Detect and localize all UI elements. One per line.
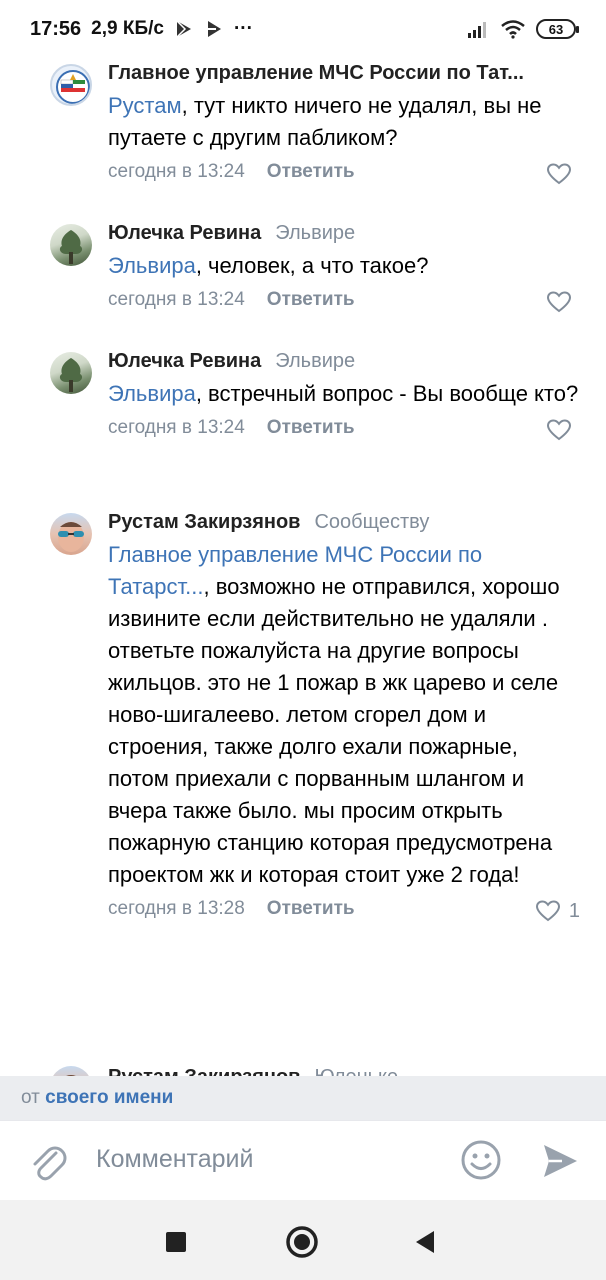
- comment-time: сегодня в 13:24: [108, 289, 245, 310]
- mention-link[interactable]: Рустам: [108, 93, 182, 118]
- author-line: Юлечка Ревина Эльвире: [108, 218, 580, 248]
- like-count: 1: [568, 899, 580, 922]
- status-time: 17:56: [30, 17, 82, 40]
- play-store-icon: [176, 20, 191, 38]
- reply-to-label[interactable]: Эльвире: [275, 222, 355, 244]
- mention-link[interactable]: Эльвира: [108, 253, 196, 278]
- author-line: Главное управление МЧС России по Тат...: [108, 58, 580, 88]
- heart-icon: [546, 419, 572, 441]
- avatar[interactable]: [50, 224, 92, 266]
- comment-meta: сегодня в 13:24 Ответить: [108, 158, 580, 186]
- comment-time: сегодня в 13:24: [108, 161, 245, 182]
- reply-to-label[interactable]: Юленьке: [314, 1066, 398, 1076]
- reply-button[interactable]: Ответить: [267, 158, 355, 186]
- status-bar: 17:56 2,9 КБ/с ··· 63: [0, 0, 606, 58]
- status-network-speed: 2,9 КБ/с: [91, 18, 164, 39]
- comment-body: Рустам Закирзянов Юленьке: [108, 1062, 580, 1076]
- battery-indicator: 63: [536, 19, 579, 39]
- comment-item: Главное управление МЧС России по Тат... …: [0, 58, 606, 198]
- avatar[interactable]: [50, 64, 92, 106]
- comment-time: сегодня в 13:24: [108, 417, 245, 438]
- tree-photo-icon: [59, 230, 83, 264]
- comment-body: Главное управление МЧС России по Тат... …: [108, 58, 580, 186]
- comment-body: Рустам Закирзянов Сообществу Главное упра…: [108, 507, 580, 923]
- comment-item: Юлечка Ревина Эльвире Эльвира, встречный …: [0, 346, 606, 478]
- avatar[interactable]: [50, 513, 92, 555]
- author-line: Рустам Закирзянов Сообществу: [108, 507, 580, 537]
- reply-button[interactable]: Ответить: [267, 895, 355, 923]
- comment-body: Юлечка Ревина Эльвире Эльвира, человек, а…: [108, 218, 580, 314]
- avatar[interactable]: [50, 1066, 92, 1076]
- post-as-bar: от своего имени: [0, 1076, 606, 1120]
- comment-author[interactable]: Юлечка Ревина: [108, 350, 261, 372]
- reply-to-label[interactable]: Сообществу: [314, 511, 429, 533]
- heart-icon: [546, 163, 572, 185]
- heart-icon: [546, 291, 572, 313]
- emblem-icon: [56, 70, 90, 104]
- comment-author[interactable]: Рустам Закирзянов: [108, 511, 300, 533]
- avatar[interactable]: [50, 352, 92, 394]
- user-photo-icon: [66, 1075, 76, 1076]
- author-line: Рустам Закирзянов Юленьке: [108, 1062, 580, 1076]
- send-icon[interactable]: [540, 1141, 580, 1181]
- comment-text-body: , встречный вопрос - Вы вообще кто?: [195, 381, 579, 406]
- comment-text-body: , возможно не отправился, хорошо извинит…: [108, 574, 560, 887]
- post-as-selector[interactable]: своего имени: [45, 1087, 173, 1108]
- play-icon: [207, 21, 221, 37]
- mention-link[interactable]: Эльвира: [108, 381, 196, 406]
- comment-author[interactable]: Рустам Закирзянов: [108, 1066, 300, 1076]
- comment-text: Эльвира, встречный вопрос - Вы вообще кт…: [108, 378, 580, 410]
- post-as-prefix: от: [21, 1087, 40, 1108]
- status-right: 63: [466, 19, 579, 39]
- comment-input[interactable]: Комментарий: [96, 1145, 253, 1174]
- square-icon[interactable]: [164, 1230, 188, 1254]
- comment-author[interactable]: Юлечка Ревина: [108, 222, 261, 244]
- comment-meta: сегодня в 13:24 Ответить: [108, 286, 580, 314]
- circle-icon[interactable]: [284, 1224, 320, 1260]
- tree-photo-icon: [59, 358, 83, 392]
- comment-author[interactable]: Главное управление МЧС России по Тат...: [108, 62, 524, 84]
- wifi-icon: [501, 20, 525, 39]
- triangle-back-icon[interactable]: [412, 1228, 438, 1256]
- status-more-indicator: ···: [233, 18, 253, 39]
- signal-icon: [468, 22, 486, 38]
- smile-icon[interactable]: [460, 1139, 502, 1181]
- author-line: Юлечка Ревина Эльвире: [108, 346, 580, 376]
- comment-composer: Комментарий: [0, 1120, 606, 1200]
- comment-time: сегодня в 13:28: [108, 898, 245, 919]
- comment-text-body: , человек, а что такое?: [195, 253, 429, 278]
- system-navigation-bar: [0, 1200, 606, 1280]
- comment-text: Главное управление МЧС России по Татарст…: [108, 539, 580, 891]
- reply-to-label[interactable]: Эльвире: [275, 350, 355, 372]
- comment-item: Рустам Закирзянов Сообществу Главное упра…: [0, 507, 606, 1037]
- comment-text: Эльвира, человек, а что такое?: [108, 250, 580, 282]
- like-button[interactable]: [546, 418, 580, 442]
- comment-meta: сегодня в 13:28 Ответить: [108, 895, 580, 923]
- reply-button[interactable]: Ответить: [267, 286, 355, 314]
- comment-item: Рустам Закирзянов Юленьке: [0, 1062, 606, 1076]
- like-button[interactable]: [546, 162, 580, 186]
- like-button[interactable]: [546, 290, 580, 314]
- comment-body: Юлечка Ревина Эльвире Эльвира, встречный …: [108, 346, 580, 442]
- paperclip-icon[interactable]: [26, 1139, 68, 1183]
- user-photo-icon: [58, 522, 84, 552]
- comments-list[interactable]: Главное управление МЧС России по Тат... …: [0, 58, 606, 1076]
- comment-text: Рустам, тут никто ничего не удалял, вы н…: [108, 90, 580, 154]
- like-button[interactable]: 1: [535, 899, 580, 923]
- comment-meta: сегодня в 13:24 Ответить: [108, 414, 580, 442]
- heart-icon: [535, 900, 560, 922]
- reply-button[interactable]: Ответить: [267, 414, 355, 442]
- comment-item: Юлечка Ревина Эльвире Эльвира, человек, а…: [0, 218, 606, 318]
- status-left: 17:56 2,9 КБ/с ···: [30, 18, 253, 41]
